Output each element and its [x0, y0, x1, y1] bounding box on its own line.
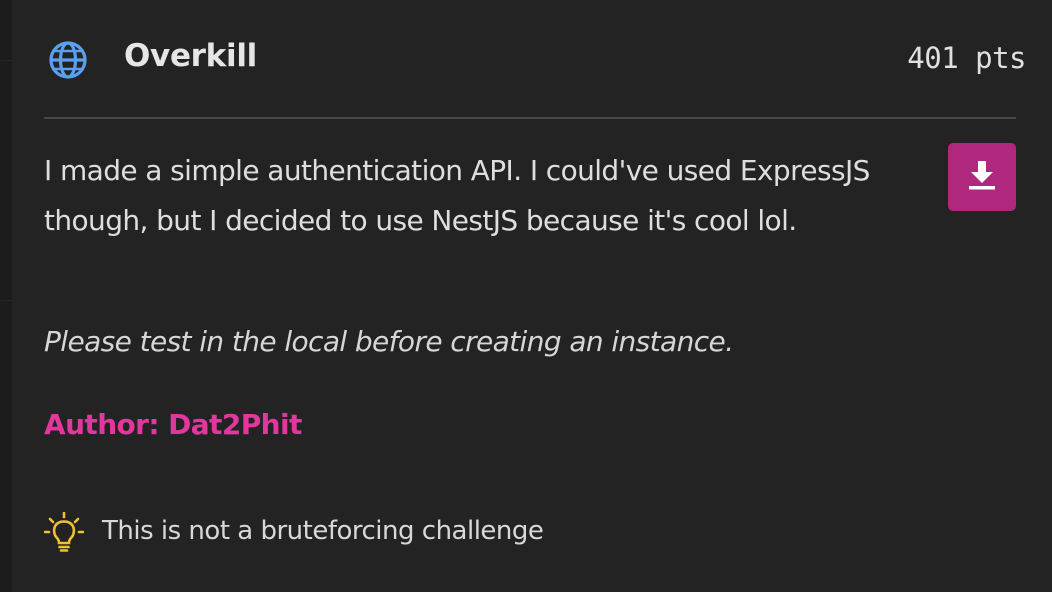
header-divider	[44, 117, 1016, 119]
challenge-modal: Overkill 401 pts I made a simple authent…	[12, 0, 1052, 592]
background-divider	[0, 60, 12, 61]
challenge-title: Overkill	[124, 38, 257, 74]
download-icon	[966, 159, 998, 195]
globe-icon	[48, 40, 88, 80]
challenge-note: Please test in the local before creating…	[44, 325, 734, 358]
lightbulb-icon	[43, 511, 85, 552]
download-button[interactable]	[948, 143, 1016, 211]
background-divider	[0, 300, 12, 301]
challenge-description: I made a simple authentication API. I co…	[44, 154, 870, 237]
challenge-author: Author: Dat2Phit	[44, 408, 302, 441]
challenge-header: Overkill 401 pts	[44, 22, 1026, 94]
hint-text: This is not a bruteforcing challenge	[102, 516, 544, 546]
hint[interactable]: This is not a bruteforcing challenge	[43, 508, 744, 556]
challenge-points: 401 pts	[907, 41, 1026, 75]
